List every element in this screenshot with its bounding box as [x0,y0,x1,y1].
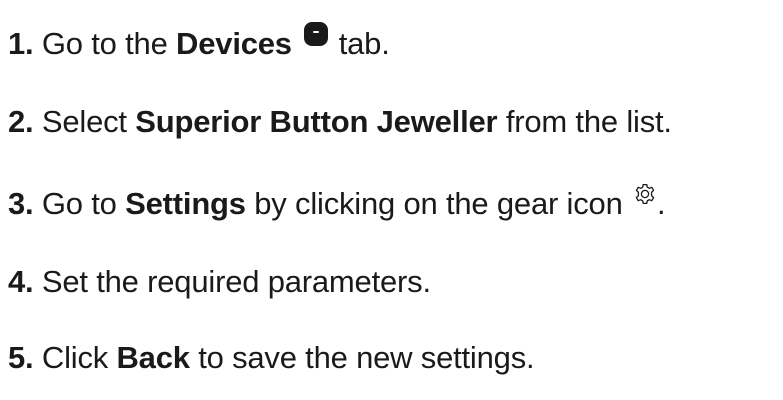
device-name-label: Superior Button Jeweller [135,104,498,139]
step-4: 4. Set the required parameters. [8,262,431,302]
settings-label: Settings [125,186,246,221]
step-number: 4. [8,264,34,299]
devices-tab-icon [304,22,329,46]
step-text: . [657,186,666,221]
step-text: Go to [41,186,117,221]
step-text: tab. [338,26,390,61]
step-1: 1. Go to the Devices tab. [8,22,390,64]
back-label: Back [116,340,190,375]
devices-label: Devices [176,26,292,61]
step-number: 3. [8,186,34,221]
gear-icon [635,183,655,205]
step-text: from the list. [505,104,672,139]
step-number: 5. [8,340,34,375]
step-text: Select [41,104,127,139]
step-number: 1. [8,26,34,61]
step-text: Click [41,340,109,375]
step-3: 3. Go to Settings by clicking on the gea… [8,182,666,224]
step-5: 5. Click Back to save the new settings. [8,338,535,378]
step-2: 2. Select Superior Button Jeweller from … [8,102,672,142]
step-text: to save the new settings. [198,340,535,375]
step-text: by clicking on the gear icon [254,186,623,221]
step-number: 2. [8,104,34,139]
step-text: Go to the [41,26,168,61]
step-text: Set the required parameters. [41,264,431,299]
